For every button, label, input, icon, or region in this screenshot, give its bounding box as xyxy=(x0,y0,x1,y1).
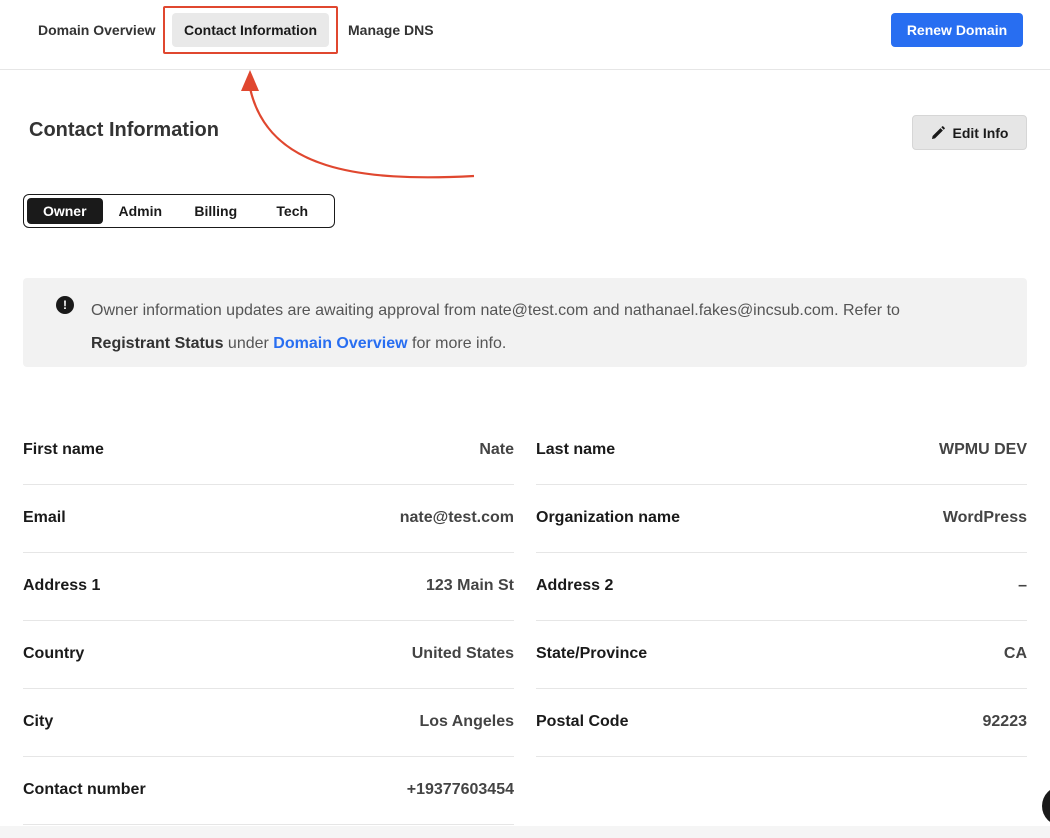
field-label: Contact number xyxy=(23,781,146,798)
field-state: State/Province CA xyxy=(536,621,1027,689)
field-label: Email xyxy=(23,509,66,526)
field-organization: Organization name WordPress xyxy=(536,485,1027,553)
field-email: Email nate@test.com xyxy=(23,485,514,553)
renew-domain-button[interactable]: Renew Domain xyxy=(891,13,1023,47)
field-value: Los Angeles xyxy=(419,713,514,730)
notice-tail: for more info. xyxy=(412,335,507,352)
contact-type-owner[interactable]: Owner xyxy=(27,198,103,224)
pencil-icon xyxy=(931,125,945,139)
field-value: 92223 xyxy=(982,713,1028,730)
contact-type-tech[interactable]: Tech xyxy=(254,198,331,224)
field-value: Nate xyxy=(479,441,514,458)
field-contact-number: Contact number +19377603454 xyxy=(23,757,514,825)
field-label: City xyxy=(23,713,54,730)
tab-manage-dns[interactable]: Manage DNS xyxy=(336,13,446,47)
edit-info-label: Edit Info xyxy=(952,124,1009,141)
field-value: – xyxy=(1018,577,1027,594)
field-last-name: Last name WPMU DEV xyxy=(536,417,1027,485)
tab-domain-overview[interactable]: Domain Overview xyxy=(26,13,168,47)
field-city: City Los Angeles xyxy=(23,689,514,757)
notice-under: under xyxy=(227,335,269,352)
field-postal-code: Postal Code 92223 xyxy=(536,689,1027,757)
field-address-1: Address 1 123 Main St xyxy=(23,553,514,621)
contact-type-admin[interactable]: Admin xyxy=(103,198,179,224)
field-value: United States xyxy=(411,645,514,662)
page-title: Contact Information xyxy=(29,119,219,141)
notice-registrant-status: Registrant Status xyxy=(91,335,224,352)
field-address-2: Address 2 – xyxy=(536,553,1027,621)
help-chat-icon[interactable] xyxy=(1042,786,1050,826)
field-label: State/Province xyxy=(536,645,648,662)
field-label: Postal Code xyxy=(536,713,629,730)
edit-info-button[interactable]: Edit Info xyxy=(912,115,1027,150)
contact-type-billing[interactable]: Billing xyxy=(178,198,254,224)
field-label: Country xyxy=(23,645,85,662)
field-label: First name xyxy=(23,441,104,458)
field-value: +19377603454 xyxy=(406,781,514,798)
domain-overview-link[interactable]: Domain Overview xyxy=(273,335,407,352)
top-nav-bar: Domain Overview Contact Information Mana… xyxy=(0,0,1050,70)
field-label: Organization name xyxy=(536,509,681,526)
notice-text: Owner information updates are awaiting a… xyxy=(91,294,991,360)
annotation-highlight-box xyxy=(163,6,338,54)
field-value: WordPress xyxy=(942,509,1027,526)
field-value: 123 Main St xyxy=(425,577,514,594)
field-value: WPMU DEV xyxy=(939,441,1027,458)
contact-type-switcher: Owner Admin Billing Tech xyxy=(23,194,335,228)
alert-icon: ! xyxy=(56,296,74,314)
notice-message: Owner information updates are awaiting a… xyxy=(91,302,900,319)
field-country: Country United States xyxy=(23,621,514,689)
field-value: nate@test.com xyxy=(399,509,514,526)
field-first-name: First name Nate xyxy=(23,417,514,485)
field-value: CA xyxy=(1003,645,1027,662)
approval-notice: ! Owner information updates are awaiting… xyxy=(23,278,1027,367)
field-label: Address 1 xyxy=(23,577,101,594)
field-label: Address 2 xyxy=(536,577,614,594)
bottom-edge xyxy=(0,826,1050,838)
field-label: Last name xyxy=(536,441,616,458)
